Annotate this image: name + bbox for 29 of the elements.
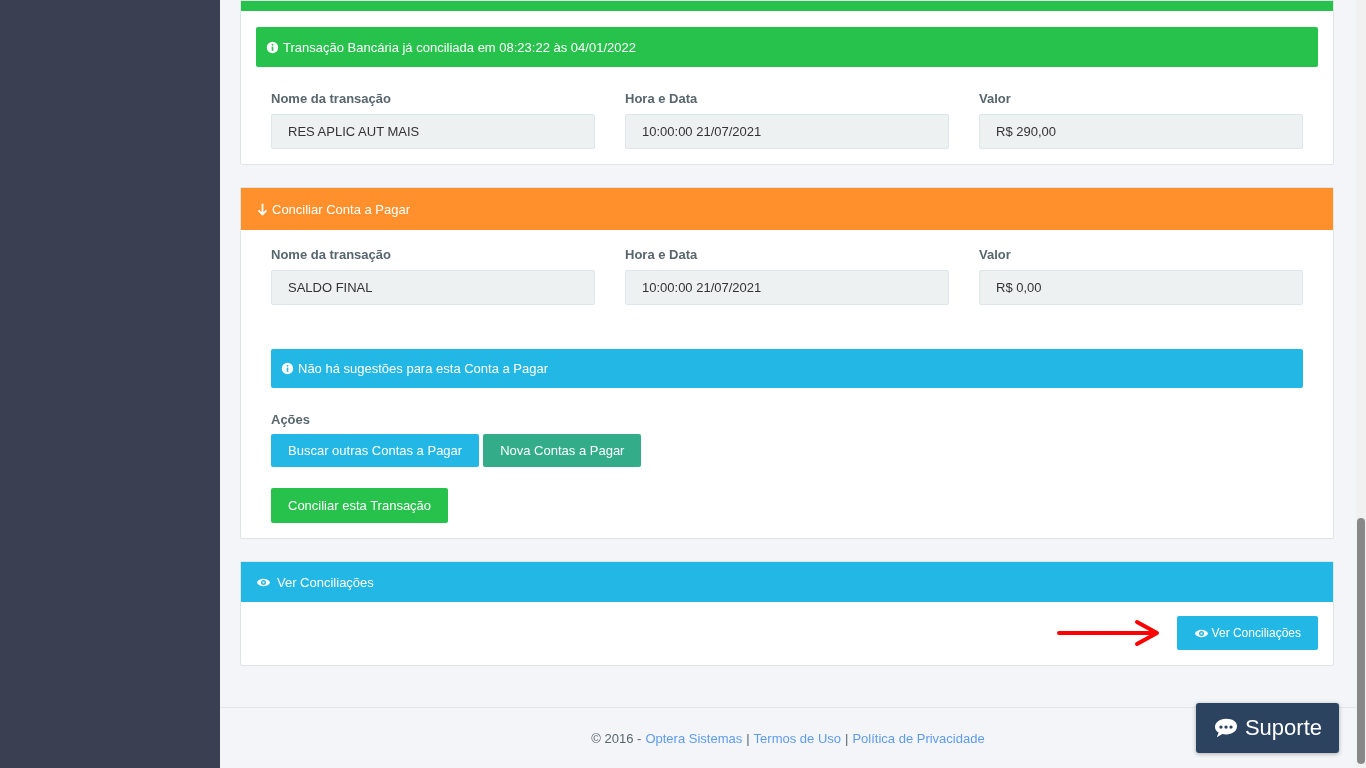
panel-title: Ver Conciliações — [277, 574, 374, 590]
field-label: Valor — [979, 247, 1012, 262]
input-field[interactable]: R$ 290,00 — [979, 114, 1303, 149]
field-label: Nome da transação — [271, 91, 392, 106]
info-icon — [281, 362, 294, 375]
input-field[interactable]: R$ 0,00 — [979, 270, 1303, 305]
arrow-icon — [1056, 619, 1161, 647]
alert-text: Não há sugestões para esta Conta a Pagar — [298, 361, 549, 376]
field-label: Valor — [979, 91, 1012, 106]
field-label: Nome da transação — [271, 247, 392, 262]
support-button[interactable]: Suporte — [1195, 703, 1339, 753]
eye-icon — [1193, 627, 1209, 639]
separator-text: | — [746, 731, 750, 746]
info-icon — [266, 40, 279, 54]
down-arrow-icon — [256, 202, 269, 216]
copyright-text: © 2016 - — [591, 731, 642, 746]
input-field[interactable]: RES APLIC AUT MAIS — [271, 114, 595, 149]
separator-text: | — [845, 731, 849, 746]
field-label: Hora e Data — [625, 91, 699, 106]
eye-icon — [256, 576, 271, 588]
chat-bubble-icon — [1212, 717, 1239, 739]
input-field[interactable]: 10:00:00 21/07/2021 — [625, 114, 949, 149]
panel-title: Conciliar Conta a Pagar — [272, 201, 411, 217]
alert-text: Transação Bancária já conciliada em 08:23:22 às 04/01/2022 — [283, 39, 636, 55]
scrollbar[interactable] — [1356, 0, 1366, 768]
actions-label: Ações — [271, 412, 312, 427]
input-field[interactable]: 10:00:00 21/07/2021 — [625, 270, 949, 305]
input-field[interactable]: SALDO FINAL — [271, 270, 595, 305]
field-label: Hora e Data — [625, 247, 699, 262]
